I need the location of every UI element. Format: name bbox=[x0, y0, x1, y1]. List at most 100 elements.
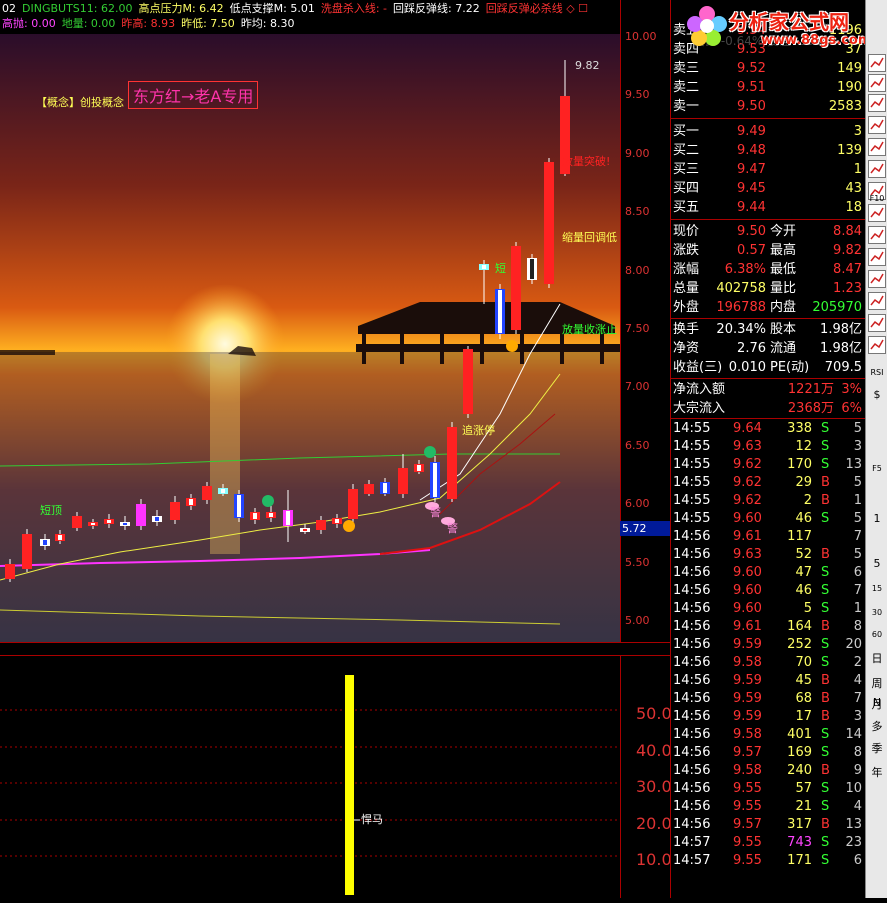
toolbar-button[interactable]: 5 bbox=[868, 555, 886, 573]
toolbar-chart-icon[interactable] bbox=[868, 74, 886, 92]
tick-time: 14:57 bbox=[673, 835, 711, 850]
toolbar-button[interactable]: 60 bbox=[868, 626, 886, 644]
order-volume: 139 bbox=[837, 143, 862, 158]
indicator-value: 回踩反弹必杀线 ◇ ☐ bbox=[485, 2, 589, 15]
tick-time: 14:56 bbox=[673, 781, 711, 796]
tick-side: S bbox=[821, 655, 830, 670]
sub-indicator-chart[interactable]: 悍马 bbox=[0, 655, 620, 899]
candle-inner bbox=[286, 511, 290, 525]
separator bbox=[671, 418, 866, 419]
toolbar-button[interactable]: $ bbox=[868, 386, 886, 404]
tick-volume: 317 bbox=[787, 817, 812, 832]
order-price: 9.45 bbox=[737, 181, 766, 196]
kline-chart[interactable]: 【概念】创投概念 东方红→老A专用 短顶 短 追涨停 缩量回调低 放量收涨止 放… bbox=[0, 34, 620, 642]
stat-value: 8.84 bbox=[833, 224, 862, 239]
tick-volume: 170 bbox=[787, 457, 812, 472]
indicator-value: 昨低: 7.50 bbox=[181, 17, 235, 30]
candle-inner bbox=[417, 465, 421, 471]
tick-row: 14:56 9.59 252 S 20 bbox=[671, 636, 866, 654]
indicator-value: 昨均: 8.30 bbox=[240, 17, 295, 30]
indicator-line-1: 02 DINGBUTS11: 62.00 高点压力M: 6.42 低点支撑M: 5.0… bbox=[2, 1, 594, 17]
tick-volume: 338 bbox=[787, 421, 812, 436]
toolbar-button[interactable]: F5 bbox=[868, 460, 886, 478]
tick-count: 5 bbox=[853, 547, 862, 562]
toolbar-button[interactable]: 多 bbox=[868, 718, 886, 736]
separator bbox=[671, 378, 866, 379]
tick-row: 14:55 9.60 46 S 5 bbox=[671, 510, 866, 528]
stat-label: 涨幅 bbox=[673, 262, 700, 277]
tick-price: 9.55 bbox=[733, 835, 762, 850]
toolbar-button[interactable]: 年 bbox=[868, 764, 886, 782]
tick-time: 14:55 bbox=[673, 421, 711, 436]
tick-volume: 743 bbox=[787, 835, 812, 850]
tick-row: 14:56 9.55 21 S 4 bbox=[671, 798, 866, 816]
stat-value: 2.76 bbox=[737, 341, 766, 356]
toolbar-chart-icon[interactable] bbox=[868, 226, 886, 244]
toolbar-chart-icon[interactable] bbox=[868, 248, 886, 266]
indicator-value: 洗盘杀入线: - bbox=[320, 2, 388, 15]
tick-price: 9.58 bbox=[733, 763, 762, 778]
tick-row: 14:56 9.59 17 B 3 bbox=[671, 708, 866, 726]
tick-row: 14:56 9.55 57 S 10 bbox=[671, 780, 866, 798]
tick-volume: 21 bbox=[795, 799, 812, 814]
tick-price: 9.59 bbox=[733, 709, 762, 724]
toolbar-chart-icon[interactable] bbox=[868, 160, 886, 178]
tick-volume: 240 bbox=[787, 763, 812, 778]
toolbar-button[interactable]: RSI bbox=[868, 364, 886, 382]
toolbar-chart-icon[interactable] bbox=[868, 336, 886, 354]
tick-side: B bbox=[821, 763, 830, 778]
candle-inner bbox=[8, 565, 12, 578]
stat-value: 402758 bbox=[716, 281, 766, 296]
toolbar-button[interactable]: 季 bbox=[868, 740, 886, 758]
candle-inner bbox=[450, 428, 454, 498]
toolbar-button[interactable]: 日 bbox=[868, 650, 886, 668]
toolbar-button[interactable]: 30 bbox=[868, 604, 886, 622]
tick-volume: 12 bbox=[795, 439, 812, 454]
sub-indicator-layer bbox=[0, 675, 620, 895]
tick-count: 2 bbox=[853, 655, 862, 670]
tick-side: S bbox=[821, 727, 830, 742]
tick-price: 9.59 bbox=[733, 673, 762, 688]
tick-row: 14:57 9.55 743 S 23 bbox=[671, 834, 866, 852]
toolbar-chart-icon[interactable] bbox=[868, 94, 886, 112]
candle-inner bbox=[367, 485, 371, 493]
tick-side: S bbox=[821, 781, 830, 796]
order-price: 9.49 bbox=[737, 124, 766, 139]
side-toolbar: F10 RSI $ F5 1 5 15 30 60 日周月多季年 N bbox=[865, 0, 887, 898]
toolbar-button[interactable]: 1 bbox=[868, 510, 886, 528]
toolbar-button[interactable]: 15 bbox=[868, 580, 886, 598]
toolbar-chart-icon[interactable] bbox=[868, 116, 886, 134]
tick-volume: 47 bbox=[795, 565, 812, 580]
tick-price: 9.60 bbox=[733, 583, 762, 598]
fund-flow-row: 净流入额 1221万 3% bbox=[671, 380, 866, 399]
toolbar-chart-icon[interactable] bbox=[868, 292, 886, 310]
candle-inner bbox=[269, 513, 273, 517]
toolbar-chart-icon[interactable] bbox=[868, 314, 886, 332]
toolbar-button[interactable]: F10 bbox=[868, 190, 886, 208]
toolbar-chart-icon[interactable] bbox=[868, 270, 886, 288]
tick-price: 9.58 bbox=[733, 727, 762, 742]
order-level-label: 买一 bbox=[673, 124, 700, 139]
order-book-row: 买一 9.49 3 bbox=[671, 122, 866, 141]
tick-row: 14:56 9.60 47 S 6 bbox=[671, 564, 866, 582]
flow-value: 2368万 bbox=[787, 401, 834, 416]
tick-price: 9.62 bbox=[733, 475, 762, 490]
tick-row: 14:55 9.62 170 S 13 bbox=[671, 456, 866, 474]
order-book-row: 买三 9.47 1 bbox=[671, 160, 866, 179]
tick-row: 14:56 9.57 317 B 13 bbox=[671, 816, 866, 834]
candle-inner bbox=[433, 463, 437, 497]
order-level-label: 卖一 bbox=[673, 99, 700, 114]
separator bbox=[671, 219, 866, 220]
tick-side: S bbox=[821, 511, 830, 526]
candle-inner bbox=[351, 490, 355, 518]
toolbar-chart-icon[interactable] bbox=[868, 54, 886, 72]
indicator-value: 回踩反弹线: 7.22 bbox=[393, 2, 480, 15]
toolbar-button[interactable]: N bbox=[868, 694, 886, 712]
price-axis-tick: 9.00 bbox=[625, 146, 650, 160]
stat-value: 1.23 bbox=[833, 281, 862, 296]
toolbar-button[interactable]: 周 bbox=[868, 675, 886, 693]
tick-count: 13 bbox=[845, 817, 862, 832]
candle-inner bbox=[303, 529, 307, 531]
tick-side: B bbox=[821, 817, 830, 832]
toolbar-chart-icon[interactable] bbox=[868, 138, 886, 156]
